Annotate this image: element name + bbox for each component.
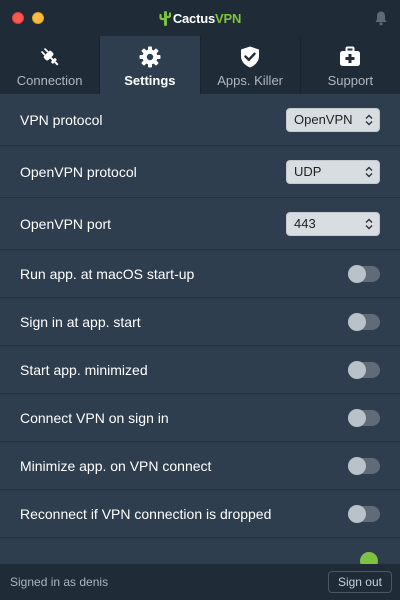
logo-text-cactus: Cactus bbox=[172, 10, 215, 26]
tab-support[interactable]: Support bbox=[301, 36, 400, 94]
openvpn-protocol-select[interactable]: UDP bbox=[286, 159, 380, 184]
select-value: OpenVPN bbox=[294, 112, 353, 127]
settings-panel: VPN protocol OpenVPN OpenVPN protocol UD… bbox=[0, 94, 400, 564]
setting-label: VPN protocol bbox=[20, 111, 103, 128]
setting-label: Minimize app. on VPN connect bbox=[20, 457, 212, 474]
openvpn-port-select[interactable]: 443 bbox=[286, 211, 380, 236]
status-footer: Signed in as denis Sign out bbox=[0, 564, 400, 600]
setting-row-minimize-on-connect: Minimize app. on VPN connect bbox=[0, 442, 400, 490]
tab-label: Connection bbox=[16, 73, 83, 88]
setting-label: Run app. at macOS start-up bbox=[20, 265, 195, 282]
cactus-icon bbox=[159, 10, 171, 29]
sign-out-button[interactable]: Sign out bbox=[327, 571, 392, 593]
setting-row-openvpn-protocol: OpenVPN protocol UDP bbox=[0, 146, 400, 198]
tab-label: Support bbox=[327, 73, 374, 88]
setting-label: Reconnect if VPN connection is dropped bbox=[20, 505, 272, 522]
toggle-knob bbox=[348, 408, 366, 427]
select-value: UDP bbox=[294, 164, 322, 179]
toggle-knob bbox=[348, 456, 366, 475]
setting-label: OpenVPN protocol bbox=[20, 163, 137, 180]
bell-icon[interactable] bbox=[374, 10, 388, 31]
run-at-startup-toggle[interactable] bbox=[348, 264, 380, 283]
setting-row-run-at-startup: Run app. at macOS start-up bbox=[0, 250, 400, 298]
signed-in-text: Signed in as denis bbox=[10, 575, 109, 589]
shield-check-icon bbox=[238, 45, 262, 69]
sign-in-at-start-toggle[interactable] bbox=[348, 312, 380, 331]
logo-text-vpn: VPN bbox=[215, 10, 242, 26]
tab-apps-killer[interactable]: Apps. Killer bbox=[201, 36, 301, 94]
tab-settings[interactable]: Settings bbox=[100, 36, 201, 94]
setting-row-openvpn-port: OpenVPN port 443 bbox=[0, 198, 400, 250]
setting-label: Start app. minimized bbox=[20, 361, 148, 378]
next-setting-row-partial bbox=[0, 538, 400, 564]
toggle-knob bbox=[348, 264, 366, 283]
tab-label: Apps. Killer bbox=[217, 73, 283, 88]
app-logo: CactusVPN bbox=[0, 10, 400, 29]
setting-row-sign-in-at-start: Sign in at app. start bbox=[0, 298, 400, 346]
setting-row-reconnect-if-dropped: Reconnect if VPN connection is dropped bbox=[0, 490, 400, 538]
gear-icon bbox=[138, 45, 162, 69]
connect-on-sign-in-toggle[interactable] bbox=[348, 408, 380, 427]
minimize-on-connect-toggle[interactable] bbox=[348, 456, 380, 475]
toggle-knob bbox=[348, 312, 366, 331]
first-aid-kit-icon bbox=[338, 45, 362, 69]
setting-row-start-minimized: Start app. minimized bbox=[0, 346, 400, 394]
setting-label: Sign in at app. start bbox=[20, 313, 141, 330]
vpn-protocol-select[interactable]: OpenVPN bbox=[286, 107, 380, 132]
plug-icon bbox=[38, 45, 62, 69]
reconnect-if-dropped-toggle[interactable] bbox=[348, 504, 380, 523]
chevron-up-down-icon bbox=[365, 166, 373, 178]
select-value: 443 bbox=[294, 216, 316, 231]
chevron-up-down-icon bbox=[365, 218, 373, 230]
tab-connection[interactable]: Connection bbox=[0, 36, 101, 94]
tab-label: Settings bbox=[124, 73, 176, 88]
toggle-knob bbox=[348, 360, 366, 379]
tab-bar: Connection Settings Apps. Killer Support bbox=[0, 36, 400, 94]
setting-label: Connect VPN on sign in bbox=[20, 409, 169, 426]
chevron-up-down-icon bbox=[365, 114, 373, 126]
toggle-knob bbox=[348, 504, 366, 523]
setting-row-connect-on-sign-in: Connect VPN on sign in bbox=[0, 394, 400, 442]
setting-row-vpn-protocol: VPN protocol OpenVPN bbox=[0, 94, 400, 146]
start-minimized-toggle[interactable] bbox=[348, 360, 380, 379]
title-bar: CactusVPN bbox=[0, 0, 400, 36]
toggle-knob-on[interactable] bbox=[360, 552, 378, 564]
setting-label: OpenVPN port bbox=[20, 215, 112, 232]
